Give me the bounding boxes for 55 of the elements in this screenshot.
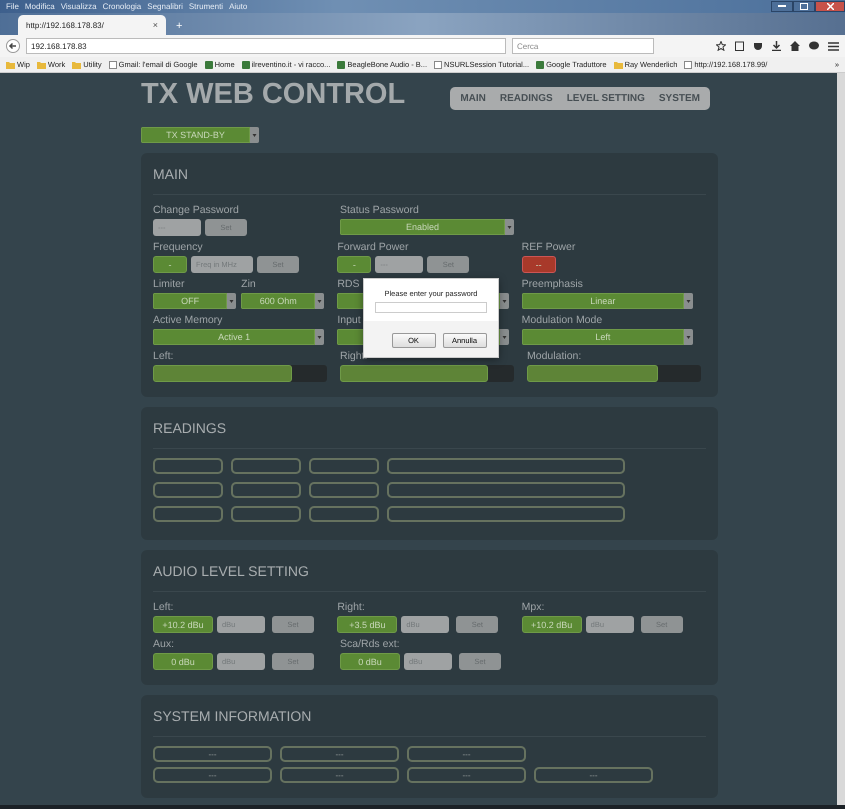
- address-bar[interactable]: 192.168.178.83: [26, 38, 506, 54]
- status-indicator: --: [522, 256, 556, 273]
- new-tab-button[interactable]: +: [170, 20, 188, 35]
- menu-item[interactable]: Strumenti: [188, 2, 224, 11]
- nav-link[interactable]: SYSTEM: [658, 93, 700, 104]
- search-field[interactable]: Cerca: [512, 38, 654, 54]
- nav-link[interactable]: MAIN: [460, 93, 486, 104]
- field-label: RDS: [337, 278, 360, 290]
- level-value: +10.2 dBu: [522, 616, 582, 633]
- field-label: Frequency: [153, 241, 204, 253]
- menu-item[interactable]: Aiuto: [229, 2, 248, 11]
- section-title: MAIN: [153, 160, 706, 195]
- page-title: TX WEB CONTROL: [141, 78, 406, 111]
- field-label: Active Memory: [153, 314, 224, 326]
- section-title: AUDIO LEVEL SETTING: [153, 557, 706, 592]
- field-label: Modulation Mode: [522, 314, 604, 326]
- field-label: Left:: [153, 601, 174, 613]
- field-label: Preemphasis: [522, 278, 584, 290]
- info-field: ---: [534, 767, 653, 783]
- field-label: Sca/Rds ext:: [340, 638, 401, 650]
- section-title: READINGS: [153, 414, 706, 449]
- info-field: ---: [280, 767, 399, 783]
- field-label: REF Power: [522, 241, 576, 253]
- field-label: Status Password: [340, 204, 420, 216]
- field-label: Change Password: [153, 204, 240, 216]
- field-label: Input: [337, 314, 362, 326]
- section-title: SYSTEM INFORMATION: [153, 702, 706, 737]
- level-value: +10.2 dBu: [153, 616, 213, 633]
- info-field: ---: [407, 767, 526, 783]
- level-value: 0 dBu: [340, 653, 400, 670]
- nav-link[interactable]: READINGS: [500, 93, 553, 104]
- field-label: Zin: [241, 278, 257, 290]
- menu-item[interactable]: Segnalibri: [147, 2, 183, 11]
- status-indicator: -: [153, 256, 187, 273]
- browser-tab[interactable]: http://192.168.178.83/ ×: [18, 15, 166, 35]
- field-label: Forward Power: [337, 241, 410, 253]
- field-label: Modulation:: [527, 350, 582, 362]
- field-label: Aux:: [153, 638, 176, 650]
- info-field: ---: [280, 746, 399, 762]
- menu-item[interactable]: File: [6, 2, 19, 11]
- level-value: 0 dBu: [153, 653, 213, 670]
- menu-item[interactable]: Cronologia: [102, 2, 142, 11]
- menu-item[interactable]: Visualizza: [60, 2, 97, 11]
- status-indicator: -: [337, 256, 372, 273]
- field-label: Mpx:: [522, 601, 546, 613]
- info-field: ---: [153, 746, 272, 762]
- menu-item[interactable]: Modifica: [24, 2, 55, 11]
- tab-close-button[interactable]: ×: [152, 20, 158, 30]
- nav-link[interactable]: LEVEL SETTING: [566, 93, 645, 104]
- field-label: Right:: [337, 601, 366, 613]
- field-label: Left:: [153, 350, 174, 362]
- info-field: ---: [153, 767, 272, 783]
- field-label: Limiter: [153, 278, 186, 290]
- level-value: +3.5 dBu: [337, 616, 398, 633]
- info-field: ---: [407, 746, 526, 762]
